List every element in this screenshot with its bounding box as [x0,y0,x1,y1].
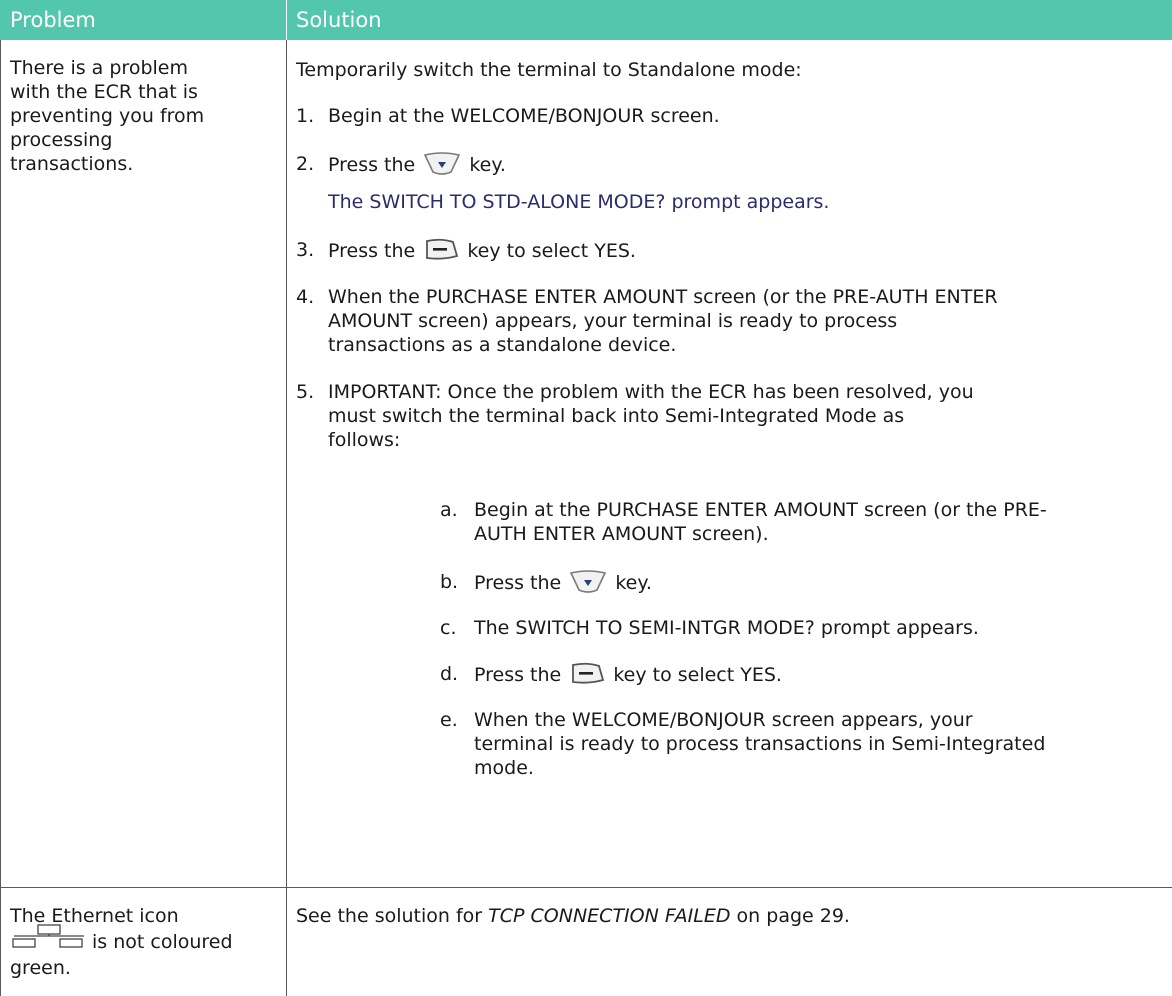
solution-post: on page 29. [736,905,850,927]
row-divider [0,887,1172,888]
step-number: 5. [296,381,315,403]
step-text-post: key to select YES. [467,240,636,262]
left-border [0,40,1,996]
solution-intro: Temporarily switch the terminal to Stand… [296,59,802,81]
step-text-line: follows: [328,429,401,451]
step-number: 3. [296,239,315,261]
substep-text-line: terminal is ready to process transaction… [474,733,1046,755]
minus-key-icon [423,238,459,262]
row2-solution-cell: See the solution for TCP CONNECTION FAIL… [296,904,850,928]
substep-letter: e. [440,709,458,731]
substep-letter: d. [440,663,459,685]
column-divider [286,40,287,996]
problem-line: There is a problem [10,57,188,79]
substep-text-pre: Press the [474,664,562,686]
solution-reference: TCP CONNECTION FAILED [488,905,731,927]
step-text: Press the key. [328,152,506,177]
step-text-pre: Press the [328,240,416,262]
step-text: Press the key to select YES. [328,238,636,263]
substep-text-post: key to select YES. [613,664,782,686]
problem-line: green. [10,957,71,979]
problem-line: transactions. [10,153,134,175]
header-solution: Solution [286,0,1172,40]
substep-text-line: mode. [474,757,534,779]
step-text-line: transactions as a standalone device. [328,334,677,356]
substep-text-line: When the WELCOME/BONJOUR screen appears,… [474,709,973,731]
problem-line: processing [10,129,113,151]
problem-line: preventing you from [10,105,205,127]
substep-letter: a. [440,499,458,521]
header-divider [286,0,287,40]
step-text-line: IMPORTANT: Once the problem with the ECR… [328,381,974,403]
problem-line: with the ECR that is [10,81,198,103]
down-arrow-key-icon [569,570,607,594]
substep-text-line: AUTH ENTER AMOUNT screen). [474,523,769,545]
substep-letter: b. [440,571,459,593]
problem-line: is not coloured [92,931,233,953]
substep-letter: c. [440,617,457,639]
step-text-line: When the PURCHASE ENTER AMOUNT screen (o… [328,286,998,308]
substep-text: Press the key to select YES. [474,662,782,687]
step-text-line: must switch the terminal back into Semi-… [328,405,905,427]
step-number: 1. [296,105,315,127]
header-problem: Problem [0,0,286,40]
minus-key-icon [569,662,605,686]
step-text: Begin at the WELCOME/BONJOUR screen. [328,105,720,127]
step-text-pre: Press the [328,154,416,176]
substep-text-pre: Press the [474,572,562,594]
down-arrow-key-icon [423,152,461,176]
substep-text-line: The SWITCH TO SEMI-INTGR MODE? prompt ap… [474,617,979,639]
substep-text: Press the key. [474,570,652,595]
substep-text-line: Begin at the PURCHASE ENTER AMOUNT scree… [474,499,1047,521]
troubleshooting-table: Problem Solution There is a problem with… [0,0,1172,996]
substep-text-post: key. [615,572,652,594]
step-text-line: AMOUNT screen) appears, your terminal is… [328,310,898,332]
step-text-post: key. [469,154,506,176]
step-number: 2. [296,153,315,175]
ethernet-icon [12,924,84,948]
step-number: 4. [296,286,315,308]
solution-pre: See the solution for [296,905,483,927]
step-note: The SWITCH TO STD-ALONE MODE? prompt app… [328,191,830,213]
